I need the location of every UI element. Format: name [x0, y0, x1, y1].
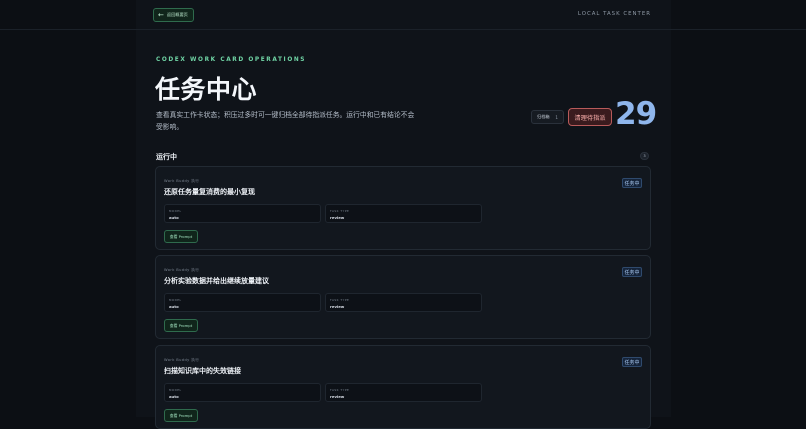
page-title: 任务中心	[155, 75, 258, 104]
task-title: 分析实验数据并给出继续放量建议	[164, 277, 269, 285]
archive-label: 归档箱	[537, 114, 550, 119]
model-value: auto	[169, 215, 179, 220]
task-type-label: TASK TYPE	[330, 209, 350, 213]
view-prompt-button[interactable]: 查看 Prompt	[164, 230, 198, 243]
archive-count: 1	[555, 114, 558, 120]
task-type-field: TASK TYPE review	[325, 204, 482, 223]
section-count-badge: 3	[640, 152, 649, 160]
task-type-label: TASK TYPE	[330, 388, 350, 392]
model-value: auto	[169, 304, 179, 309]
task-card: Work Buddy 执行 扫描知识库中的失效链接 任务中 MODEL auto…	[155, 345, 651, 429]
task-card: Work Buddy 执行 分析实验数据并给出继续放量建议 任务中 MODEL …	[155, 255, 651, 339]
status-badge: 任务中	[622, 357, 642, 367]
eyebrow-label: CODEX WORK CARD OPERATIONS	[156, 57, 307, 63]
model-field: MODEL auto	[164, 383, 321, 402]
status-badge: 任务中	[622, 267, 642, 277]
view-prompt-button[interactable]: 查看 Prompt	[164, 409, 198, 422]
task-type-label: TASK TYPE	[330, 298, 350, 302]
arrow-left-icon: ←	[158, 10, 164, 19]
task-meta: Work Buddy 执行	[164, 358, 200, 362]
task-type-field: TASK TYPE review	[325, 383, 482, 402]
clear-pending-button[interactable]: 清理待指派	[568, 108, 612, 126]
app-name: LOCAL TASK CENTER	[577, 11, 651, 17]
task-type-value: review	[330, 394, 345, 399]
total-task-count: 29	[615, 96, 657, 132]
task-card: Work Buddy 执行 还原任务量复消费的最小复现 任务中 MODEL au…	[155, 166, 651, 250]
top-bar	[0, 0, 806, 30]
status-badge: 任务中	[622, 178, 642, 188]
section-title-running: 运行中	[156, 153, 177, 161]
task-meta: Work Buddy 执行	[164, 268, 200, 272]
archive-button[interactable]: 归档箱 1	[531, 110, 564, 124]
back-button-label: 返回概要页	[166, 12, 188, 17]
task-title: 扫描知识库中的失效链接	[164, 367, 241, 375]
model-field: MODEL auto	[164, 293, 321, 312]
task-type-field: TASK TYPE review	[325, 293, 482, 312]
view-prompt-button[interactable]: 查看 Prompt	[164, 319, 198, 332]
model-field: MODEL auto	[164, 204, 321, 223]
task-title: 还原任务量复消费的最小复现	[164, 188, 255, 196]
model-value: auto	[169, 394, 179, 399]
model-label: MODEL	[169, 388, 182, 392]
page-description: 查看真实工作卡状态；积压过多时可一键归档全部待指派任务。运行中和已有结论不会受影…	[156, 111, 415, 131]
task-type-value: review	[330, 304, 345, 309]
back-button[interactable]: ← 返回概要页	[153, 8, 194, 22]
task-meta: Work Buddy 执行	[164, 179, 200, 183]
task-type-value: review	[330, 215, 345, 220]
model-label: MODEL	[169, 209, 182, 213]
model-label: MODEL	[169, 298, 182, 302]
